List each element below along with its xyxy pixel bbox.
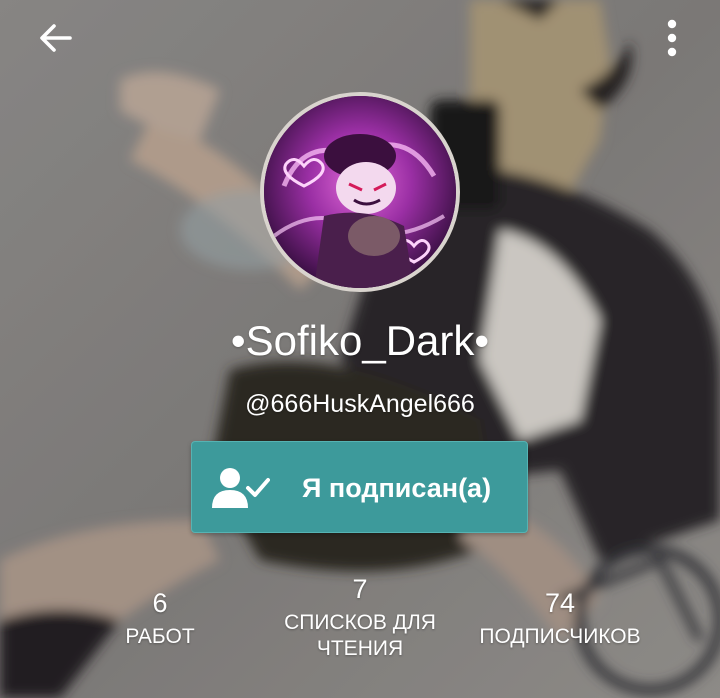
- stat-followers[interactable]: 74 ПОДПИСЧИКОВ: [460, 586, 660, 650]
- vertical-dots-icon: [667, 19, 677, 57]
- reading-lists-count: 7: [352, 574, 368, 604]
- reading-lists-label-line1: СПИСКОВ ДЛЯ: [284, 611, 436, 634]
- following-button-label: Я подписан(а): [302, 473, 492, 503]
- works-count: 6: [152, 588, 168, 618]
- followers-count: 74: [544, 588, 576, 618]
- stat-works[interactable]: 6 РАБОТ: [60, 586, 260, 650]
- avatar[interactable]: [260, 92, 460, 292]
- display-name: •Sofiko_Dark•: [230, 317, 490, 364]
- reading-lists-label-line2: ЧТЕНИЯ: [316, 637, 404, 660]
- stat-reading-lists[interactable]: 7 СПИСКОВ ДЛЯ ЧТЕНИЯ: [260, 572, 460, 662]
- username: @666HuskAngel666: [245, 390, 475, 418]
- more-options-button[interactable]: [648, 14, 696, 62]
- arrow-left-icon: [40, 24, 72, 52]
- reading-lists-label: СПИСКОВ ДЛЯ ЧТЕНИЯ: [260, 610, 460, 662]
- following-button[interactable]: Я подписан(а): [191, 441, 528, 533]
- user-check-icon: [212, 468, 270, 508]
- back-button[interactable]: [28, 14, 84, 62]
- works-label: РАБОТ: [125, 625, 195, 648]
- followers-label: ПОДПИСЧИКОВ: [479, 625, 641, 648]
- avatar-image: [264, 96, 456, 288]
